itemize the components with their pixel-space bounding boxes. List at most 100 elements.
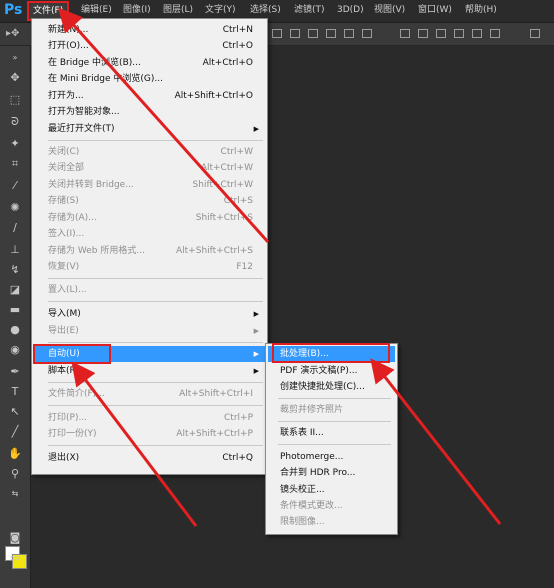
move-tool-icon[interactable]: ▸✥: [6, 28, 19, 39]
menu-item-close-go-bridge[interactable]: 关闭并转到 Bridge... Shift+Ctrl+W: [34, 177, 265, 193]
menu-item-save[interactable]: 存储(S) Ctrl+S: [34, 193, 265, 209]
menu-separator: [48, 405, 263, 406]
menu-item-open-as[interactable]: 打开为... Alt+Shift+Ctrl+O: [34, 88, 265, 104]
submenu-item-crop-straighten[interactable]: 裁剪并修齐照片: [268, 402, 395, 418]
menu-select[interactable]: 选择(S): [246, 3, 285, 18]
submenu-item-conditional-mode[interactable]: 条件模式更改...: [268, 498, 395, 514]
menu-item-open[interactable]: 打开(O)... Ctrl+O: [34, 38, 265, 54]
menu-item-file-info[interactable]: 文件简介(F)... Alt+Shift+Ctrl+I: [34, 386, 265, 402]
pen-tool-icon[interactable]: ✒: [6, 364, 24, 380]
submenu-item-lens-correction[interactable]: 镜头校正...: [268, 482, 395, 498]
path-selection-tool-icon[interactable]: ↖: [6, 404, 24, 420]
lasso-tool-icon[interactable]: ᘐ: [6, 114, 24, 130]
menu-layer[interactable]: 图层(L): [159, 3, 197, 18]
menu-window[interactable]: 窗口(W): [414, 3, 456, 18]
submenu-arrow-icon: ▶: [253, 350, 259, 358]
blur-tool-icon[interactable]: ●: [6, 322, 24, 338]
swap-colors-icon[interactable]: ⇆: [6, 486, 24, 502]
menu-help[interactable]: 帮助(H): [461, 3, 501, 18]
quick-mask-icon[interactable]: ◙: [6, 530, 24, 546]
menu-item-recent-files[interactable]: 最近打开文件(T) ▶: [34, 121, 265, 137]
gradient-tool-icon[interactable]: ▬: [6, 302, 24, 318]
distribute-left-icon[interactable]: [454, 29, 464, 38]
crop-tool-icon[interactable]: ⌗: [6, 156, 24, 172]
hand-tool-icon[interactable]: ✋: [6, 446, 24, 462]
clone-stamp-tool-icon[interactable]: ⊥: [6, 242, 24, 258]
menu-separator: [278, 421, 391, 422]
align-bottom-icon[interactable]: [308, 29, 318, 38]
eraser-tool-icon[interactable]: ◪: [6, 282, 24, 298]
menu-separator: [48, 301, 263, 302]
menu-item-export[interactable]: 导出(E) ▶: [34, 323, 265, 339]
align-left-icon[interactable]: [326, 29, 336, 38]
move-tool-icon[interactable]: ✥: [6, 70, 24, 86]
align-top-icon[interactable]: [272, 29, 282, 38]
menu-item-browse-bridge[interactable]: 在 Bridge 中浏览(B)... Alt+Ctrl+O: [34, 55, 265, 71]
brush-tool-icon[interactable]: ∕: [6, 220, 24, 236]
align-right-icon[interactable]: [362, 29, 372, 38]
menu-item-close[interactable]: 关闭(C) Ctrl+W: [34, 144, 265, 160]
menu-separator: [48, 342, 263, 343]
menu-view[interactable]: 视图(V): [370, 3, 409, 18]
automate-submenu: 批处理(B)... PDF 演示文稿(P)... 创建快捷批处理(C)... 裁…: [265, 343, 398, 535]
submenu-item-photomerge[interactable]: Photomerge...: [268, 449, 395, 465]
menu-item-save-as[interactable]: 存储为(A)... Shift+Ctrl+S: [34, 210, 265, 226]
menu-separator: [48, 382, 263, 383]
submenu-arrow-icon: ▶: [253, 310, 259, 318]
submenu-arrow-icon: ▶: [253, 327, 259, 335]
menu-image[interactable]: 图像(I): [119, 3, 155, 18]
menu-type[interactable]: 文字(Y): [201, 3, 240, 18]
menu-item-browse-mini-bridge[interactable]: 在 Mini Bridge 中浏览(G)...: [34, 71, 265, 87]
menu-item-exit[interactable]: 退出(X) Ctrl+Q: [34, 450, 265, 466]
submenu-item-fit-image[interactable]: 限制图像...: [268, 514, 395, 530]
submenu-item-create-droplet[interactable]: 创建快捷批处理(C)...: [268, 379, 395, 395]
submenu-arrow-icon: ▶: [253, 125, 259, 133]
align-hcenter-icon[interactable]: [344, 29, 354, 38]
menu-item-print[interactable]: 打印(P)... Ctrl+P: [34, 410, 265, 426]
menu-separator: [48, 278, 263, 279]
file-menu: 新建(N)... Ctrl+N 打开(O)... Ctrl+O 在 Bridge 中…: [31, 18, 268, 475]
eyedropper-tool-icon[interactable]: ⁄: [6, 178, 24, 194]
distribute-hcenter-icon[interactable]: [472, 29, 482, 38]
line-tool-icon[interactable]: ╱: [6, 424, 24, 440]
distribute-top-icon[interactable]: [400, 29, 410, 38]
marquee-tool-icon[interactable]: ⬚: [6, 92, 24, 108]
submenu-item-contact-sheet[interactable]: 联系表 II...: [268, 425, 395, 441]
menu-separator: [278, 444, 391, 445]
menu-3d[interactable]: 3D(D): [333, 3, 368, 18]
screen-mode-icon[interactable]: ▭: [6, 550, 24, 566]
menu-item-scripts[interactable]: 脚本(R) ▶: [34, 363, 265, 379]
distribute-right-icon[interactable]: [490, 29, 500, 38]
menu-item-close-all[interactable]: 关闭全部 Alt+Ctrl+W: [34, 160, 265, 176]
menu-filter[interactable]: 滤镜(T): [290, 3, 329, 18]
menu-separator: [278, 398, 391, 399]
zoom-tool-icon[interactable]: ⚲: [6, 466, 24, 482]
type-tool-icon[interactable]: T: [6, 384, 24, 400]
menu-item-import[interactable]: 导入(M) ▶: [34, 306, 265, 322]
submenu-item-merge-hdr[interactable]: 合并到 HDR Pro...: [268, 465, 395, 481]
menu-separator: [48, 140, 263, 141]
distribute-vcenter-icon[interactable]: [418, 29, 428, 38]
menu-item-new[interactable]: 新建(N)... Ctrl+N: [34, 22, 265, 38]
submenu-item-batch[interactable]: 批处理(B)...: [268, 346, 395, 362]
menu-item-place[interactable]: 置入(L)...: [34, 282, 265, 298]
history-brush-tool-icon[interactable]: ↯: [6, 262, 24, 278]
healing-brush-tool-icon[interactable]: ✺: [6, 200, 24, 216]
menu-item-check-in[interactable]: 签入(I)...: [34, 226, 265, 242]
menu-item-save-for-web[interactable]: 存储为 Web 所用格式... Alt+Shift+Ctrl+S: [34, 243, 265, 259]
dodge-tool-icon[interactable]: ◉: [6, 342, 24, 358]
collapse-toolbox-icon[interactable]: »: [6, 50, 24, 66]
submenu-arrow-icon: ▶: [253, 367, 259, 375]
submenu-item-pdf-presentation[interactable]: PDF 演示文稿(P)...: [268, 363, 395, 379]
distribute-bottom-icon[interactable]: [436, 29, 446, 38]
toolbox: » ✥ ⬚ ᘐ ✦ ⌗ ⁄ ✺ ∕ ⊥ ↯ ◪ ▬ ● ◉ ✒ T ↖ ╱ ✋ …: [0, 46, 31, 588]
menu-item-automate[interactable]: 自动(U) ▶: [34, 346, 265, 362]
menu-separator: [48, 445, 263, 446]
auto-align-icon[interactable]: [530, 29, 540, 38]
align-vcenter-icon[interactable]: [290, 29, 300, 38]
menu-edit[interactable]: 编辑(E): [77, 3, 116, 18]
magic-wand-tool-icon[interactable]: ✦: [6, 136, 24, 152]
menu-item-print-one-copy[interactable]: 打印一份(Y) Alt+Shift+Ctrl+P: [34, 426, 265, 442]
menu-item-revert[interactable]: 恢复(V) F12: [34, 259, 265, 275]
menu-item-open-as-smart-object[interactable]: 打开为智能对象...: [34, 104, 265, 120]
